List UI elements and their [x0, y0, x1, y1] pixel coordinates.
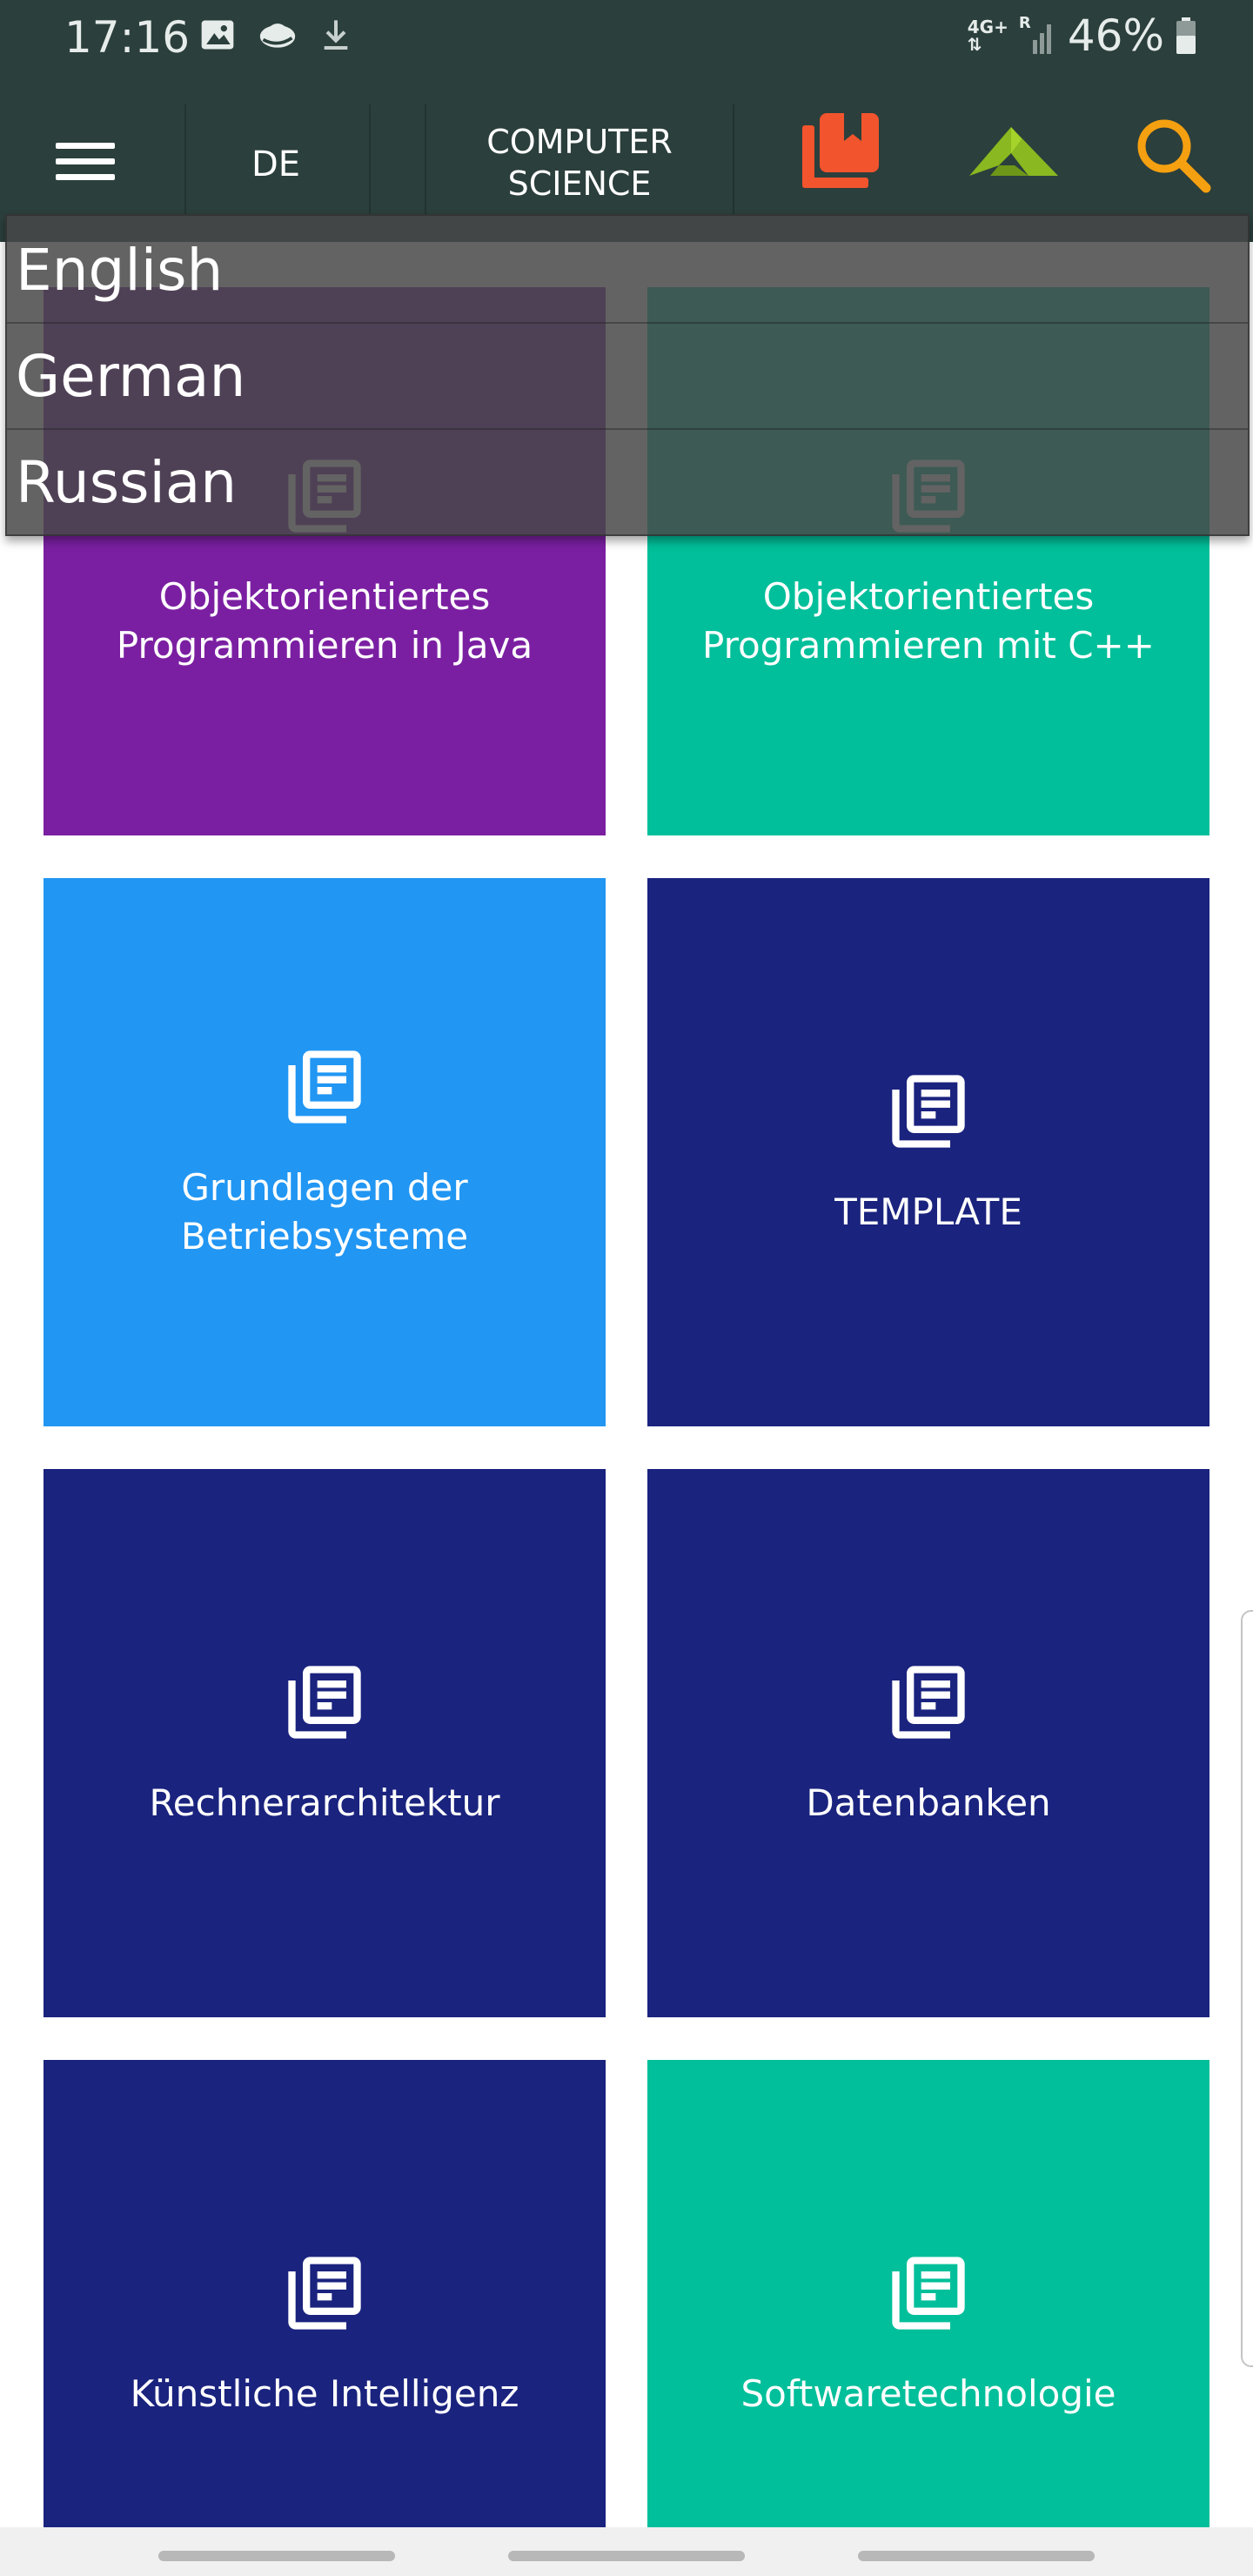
category-title[interactable]: COMPUTER SCIENCE — [428, 115, 731, 211]
app-screen: 17:16 4G+ ⇅ R 46% DE COMPUTER SCIENCE Ob… — [0, 0, 1253, 2576]
tile-label: Rechnerarchitektur — [149, 1781, 500, 1824]
course-tile-betriebsysteme[interactable]: Grundlagen der Betriebsysteme — [44, 878, 606, 1426]
battery-percent: 46% — [1067, 10, 1164, 61]
language-option-english[interactable]: English — [7, 218, 1248, 324]
tile-label: Grundlagen der Betriebsysteme — [180, 1166, 469, 1258]
app-logo-icon[interactable] — [968, 120, 1060, 186]
toolbar-divider — [733, 104, 734, 216]
cloud-icon — [259, 23, 296, 48]
document-list-icon — [892, 2257, 965, 2330]
course-tile-softwaretechnologie[interactable]: Softwaretechnologie — [647, 2060, 1209, 2527]
course-tile-datenbanken[interactable]: Datenbanken — [647, 1469, 1209, 2017]
document-list-icon — [288, 1050, 361, 1124]
navigation-bar — [0, 2527, 1253, 2576]
network-type: 4G+ ⇅ — [968, 18, 1008, 53]
course-tile-rechnerarchitektur[interactable]: Rechnerarchitektur — [44, 1469, 606, 2017]
status-time: 17:16 — [64, 12, 191, 63]
document-list-icon — [892, 1075, 965, 1148]
tile-label: Objektorientiertes Programmieren in Java — [116, 575, 533, 667]
nav-home-button[interactable] — [508, 2551, 745, 2561]
status-notification-icons — [198, 16, 353, 54]
nav-recents-button[interactable] — [158, 2551, 395, 2561]
course-tile-template[interactable]: TEMPLATE — [647, 878, 1209, 1426]
language-dropdown: English German Russian — [5, 214, 1250, 536]
status-bar: 17:16 4G+ ⇅ R 46% — [0, 0, 1253, 80]
document-list-icon — [288, 1666, 361, 1739]
course-tile-ki[interactable]: Künstliche Intelligenz — [44, 2060, 606, 2527]
tile-label: Datenbanken — [806, 1781, 1051, 1824]
image-icon — [201, 20, 234, 50]
nav-back-button[interactable] — [858, 2551, 1095, 2561]
scroll-handle[interactable] — [1241, 1610, 1253, 2367]
language-option-russian[interactable]: Russian — [7, 430, 1248, 536]
data-arrows-icon: ⇅ — [967, 34, 982, 55]
language-option-german[interactable]: German — [7, 324, 1248, 430]
battery-icon — [1176, 17, 1196, 54]
document-list-icon — [892, 1666, 965, 1739]
language-selector-button[interactable]: DE — [188, 125, 364, 204]
hamburger-menu-icon[interactable] — [40, 129, 131, 195]
book-library-icon[interactable] — [799, 110, 882, 193]
toolbar-divider — [369, 104, 371, 216]
toolbar-divider — [184, 104, 186, 216]
download-icon — [324, 20, 348, 50]
tile-label: Softwaretechnologie — [740, 2372, 1116, 2415]
search-icon[interactable] — [1133, 115, 1213, 195]
signal-icon: R — [1019, 14, 1057, 57]
tile-label: TEMPLATE — [834, 1191, 1022, 1233]
network-label: 4G+ — [967, 17, 1008, 37]
tile-label: Künstliche Intelligenz — [130, 2372, 519, 2415]
toolbar-divider — [425, 104, 426, 216]
document-list-icon — [288, 2257, 361, 2330]
tile-label: Objektorientiertes Programmieren mit C++ — [702, 575, 1155, 667]
status-right-group: 4G+ ⇅ R 46% — [968, 10, 1197, 61]
